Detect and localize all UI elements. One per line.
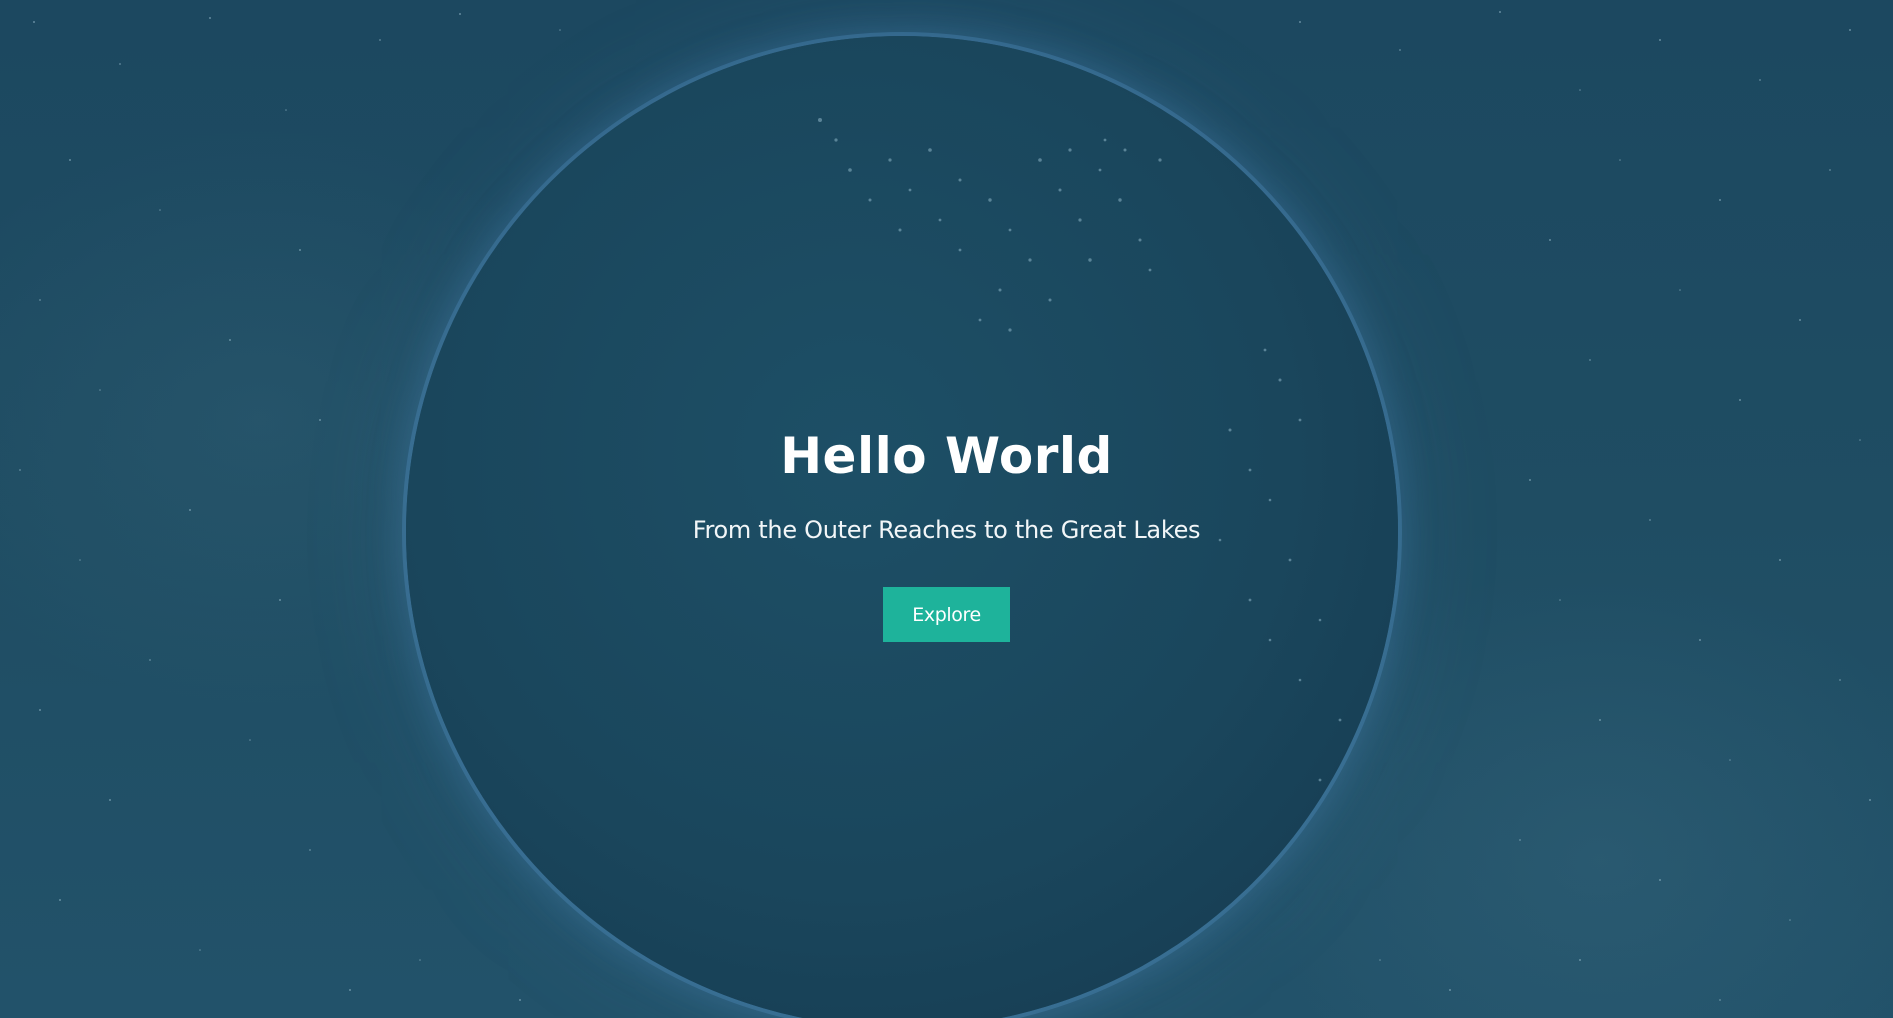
- hero-subtitle: From the Outer Reaches to the Great Lake…: [692, 516, 1201, 544]
- hero-section: Hello World From the Outer Reaches to th…: [0, 0, 1893, 1018]
- hero-content: Hello World From the Outer Reaches to th…: [0, 420, 1893, 642]
- explore-button[interactable]: Explore: [883, 587, 1010, 642]
- page-title: Hello World: [780, 427, 1113, 485]
